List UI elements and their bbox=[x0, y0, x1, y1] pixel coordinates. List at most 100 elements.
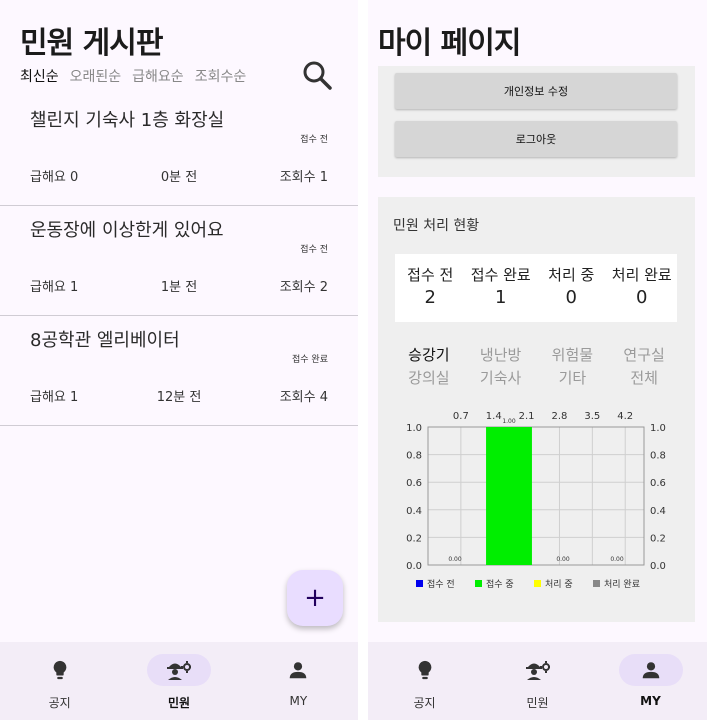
chart-right-tick-label: 0.0 bbox=[650, 561, 666, 572]
chart-left-tick-label: 0.8 bbox=[406, 451, 422, 462]
nav-label: 민원 bbox=[167, 696, 191, 710]
chart-left-tick-label: 0.2 bbox=[406, 533, 422, 544]
status-cell: 접수 전 2 bbox=[395, 254, 466, 322]
status-cell: 접수 완료 1 bbox=[466, 254, 537, 322]
bottom-nav: 공지 민원 MY bbox=[0, 642, 358, 720]
chart-right-tick-label: 0.4 bbox=[650, 506, 666, 517]
chart-top-tick-label: 1.4 bbox=[486, 411, 502, 422]
chart-legend-swatch bbox=[416, 580, 423, 587]
nav-label: 민원 bbox=[526, 696, 549, 710]
page-title: 마이 페이지 bbox=[378, 26, 521, 61]
chart-legend-swatch bbox=[475, 580, 482, 587]
status-label: 접수 전 bbox=[407, 266, 454, 284]
logout-button[interactable]: 로그아웃 bbox=[395, 121, 677, 157]
chart-right-tick-label: 0.8 bbox=[650, 451, 666, 462]
post-title: 운동장에 이상한게 있어요 bbox=[30, 220, 224, 241]
chart-left-tick-label: 0.0 bbox=[406, 561, 422, 572]
post-views: 조회수 2 bbox=[279, 280, 328, 295]
sort-tab-oldest[interactable]: 오래된순 bbox=[70, 66, 122, 86]
account-card: 개인정보 수정 로그아웃 bbox=[378, 66, 695, 177]
status-bar-chart: 0.7 1.4 2.1 2.8 3.5 4.2 1.0 0.8 0.6 0.4 0.2 0.0 1.0 0… bbox=[378, 392, 695, 606]
nav-item-my[interactable]: MY bbox=[594, 642, 707, 720]
post-list: 챌린지 기숙사 1층 화장실 접수 전 급해요 0 0분 전 조회수 1 운동장… bbox=[0, 96, 358, 426]
status-count: 1 bbox=[495, 287, 507, 308]
place-tab-other[interactable]: 기타 bbox=[537, 367, 609, 388]
nav-pill bbox=[146, 654, 211, 686]
chart-bar bbox=[486, 427, 532, 565]
nav-item-my[interactable]: MY bbox=[239, 642, 358, 720]
chart-top-tick-label: 2.8 bbox=[552, 411, 568, 422]
search-icon bbox=[303, 61, 332, 90]
chart-left-tick-label: 0.6 bbox=[406, 478, 422, 489]
place-tab-lab[interactable]: 연구실 bbox=[608, 344, 680, 365]
post-views: 조회수 4 bbox=[279, 390, 328, 405]
place-tab-elevator[interactable]: 승강기 bbox=[393, 344, 465, 365]
lightbulb-icon bbox=[53, 660, 67, 680]
status-summary: 접수 전 2 접수 완료 1 처리 중 0 처리 완료 0 bbox=[395, 254, 677, 322]
nav-label: 공지 bbox=[413, 696, 436, 710]
place-tab-lecture-room[interactable]: 강의실 bbox=[393, 367, 465, 388]
chart-right-tick-label: 0.6 bbox=[650, 478, 666, 489]
engineering-icon bbox=[525, 661, 550, 680]
chart-svg: 0.7 1.4 2.1 2.8 3.5 4.21.00.80.60.40.20.01.00… bbox=[406, 411, 666, 590]
nav-label: 공지 bbox=[48, 696, 71, 710]
nav-item-complaint[interactable]: 민원 bbox=[481, 642, 594, 720]
chart-legend-label: 처리 완료 bbox=[604, 578, 640, 590]
chart-top-tick-label: 0.7 bbox=[453, 411, 469, 422]
chart-bar-value-label: 0.00 bbox=[610, 556, 624, 563]
post-item[interactable]: 운동장에 이상한게 있어요 접수 전 급해요 1 1분 전 조회수 2 bbox=[0, 206, 358, 316]
sort-tab-latest[interactable]: 최신순 bbox=[20, 66, 59, 86]
board-screen: 민원 게시판 최신순 오래된순 급해요순 조회수순 챌린지 기숙사 1층 화장실… bbox=[0, 0, 358, 720]
status-count: 0 bbox=[636, 287, 648, 308]
search-button[interactable] bbox=[300, 58, 334, 92]
chart-bar-value-label: 0.00 bbox=[556, 556, 570, 563]
nav-pill bbox=[393, 654, 457, 686]
bottom-nav: 공지 민원 MY bbox=[368, 642, 707, 720]
sort-tab-views[interactable]: 조회수순 bbox=[195, 66, 247, 86]
place-tab-all[interactable]: 전체 bbox=[608, 367, 680, 388]
status-cell: 처리 완료 0 bbox=[607, 254, 678, 322]
post-item[interactable]: 8공학관 엘리베이터 접수 완료 급해요 1 12분 전 조회수 4 bbox=[0, 316, 358, 426]
nav-label: MY bbox=[640, 694, 661, 708]
nav-item-notice[interactable]: 공지 bbox=[0, 642, 119, 720]
person-icon bbox=[642, 662, 659, 679]
chart-legend-swatch bbox=[593, 580, 600, 587]
chart-left-tick-label: 0.4 bbox=[406, 506, 422, 517]
chart-top-tick-label: 4.2 bbox=[617, 411, 633, 422]
engineering-icon bbox=[166, 661, 191, 680]
nav-item-notice[interactable]: 공지 bbox=[368, 642, 481, 720]
post-title: 8공학관 엘리베이터 bbox=[30, 330, 180, 351]
chart-bar-value-label: 0.00 bbox=[448, 556, 462, 563]
place-filter-tabs: 승강기 냉난방 위험물 연구실 강의실 기숙사 기타 전체 bbox=[393, 344, 680, 388]
place-tab-hvac[interactable]: 냉난방 bbox=[465, 344, 537, 365]
post-item[interactable]: 챌린지 기숙사 1층 화장실 접수 전 급해요 0 0분 전 조회수 1 bbox=[0, 96, 358, 206]
chart-legend-label: 접수 중 bbox=[486, 578, 514, 590]
place-tab-dorm[interactable]: 기숙사 bbox=[465, 367, 537, 388]
person-icon bbox=[290, 662, 307, 679]
status-label: 처리 중 bbox=[548, 266, 595, 284]
page-title: 민원 게시판 bbox=[20, 26, 163, 61]
place-tab-hazard[interactable]: 위험물 bbox=[537, 344, 609, 365]
nav-item-complaint[interactable]: 민원 bbox=[119, 642, 238, 720]
nav-pill bbox=[266, 654, 330, 686]
edit-profile-button[interactable]: 개인정보 수정 bbox=[395, 73, 677, 109]
status-cell: 처리 중 0 bbox=[536, 254, 607, 322]
status-count: 2 bbox=[424, 287, 436, 308]
post-title: 챌린지 기숙사 1층 화장실 bbox=[30, 110, 225, 131]
chart-bar-value-label: 1.00 bbox=[502, 418, 516, 425]
status-count: 0 bbox=[565, 287, 577, 308]
chart-top-tick-label: 2.1 bbox=[519, 411, 535, 422]
chart-right-tick-label: 1.0 bbox=[650, 423, 666, 434]
sort-tab-urgent[interactable]: 급해요순 bbox=[132, 66, 184, 86]
status-label: 처리 완료 bbox=[611, 266, 672, 284]
chart-left-tick-label: 1.0 bbox=[406, 423, 422, 434]
post-status: 접수 전 bbox=[300, 245, 328, 255]
complaint-status-card: 민원 처리 현황 접수 전 2 접수 완료 1 처리 중 0 처리 완료 0 승… bbox=[378, 197, 695, 622]
post-views: 조회수 1 bbox=[279, 170, 328, 185]
add-post-button[interactable]: + bbox=[287, 570, 343, 626]
nav-pill bbox=[28, 654, 92, 686]
nav-pill bbox=[618, 654, 683, 686]
sort-tabs: 최신순 오래된순 급해요순 조회수순 bbox=[20, 66, 246, 86]
chart-top-tick-label: 3.5 bbox=[584, 411, 600, 422]
chart-legend-label: 접수 전 bbox=[427, 578, 455, 590]
